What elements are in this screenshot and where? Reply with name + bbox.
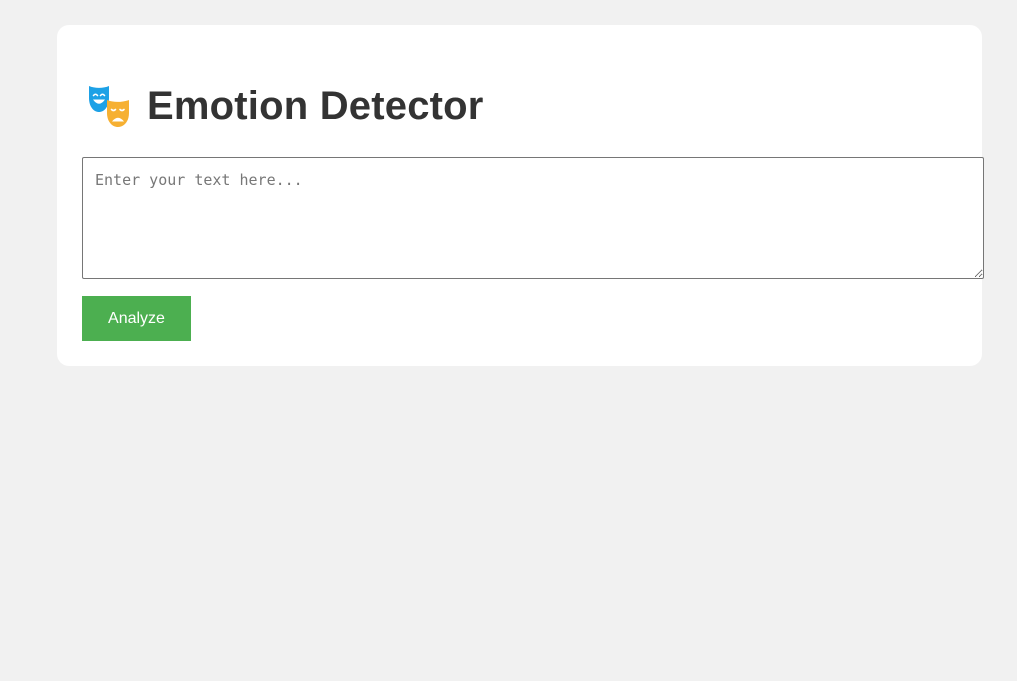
header: Emotion Detector [87, 83, 484, 129]
emotion-detector-card: Emotion Detector Analyze [57, 25, 984, 366]
analyze-button[interactable]: Analyze [82, 296, 191, 341]
text-input[interactable] [82, 157, 984, 279]
page-title: Emotion Detector [147, 84, 484, 128]
theater-masks-icon [89, 86, 129, 127]
